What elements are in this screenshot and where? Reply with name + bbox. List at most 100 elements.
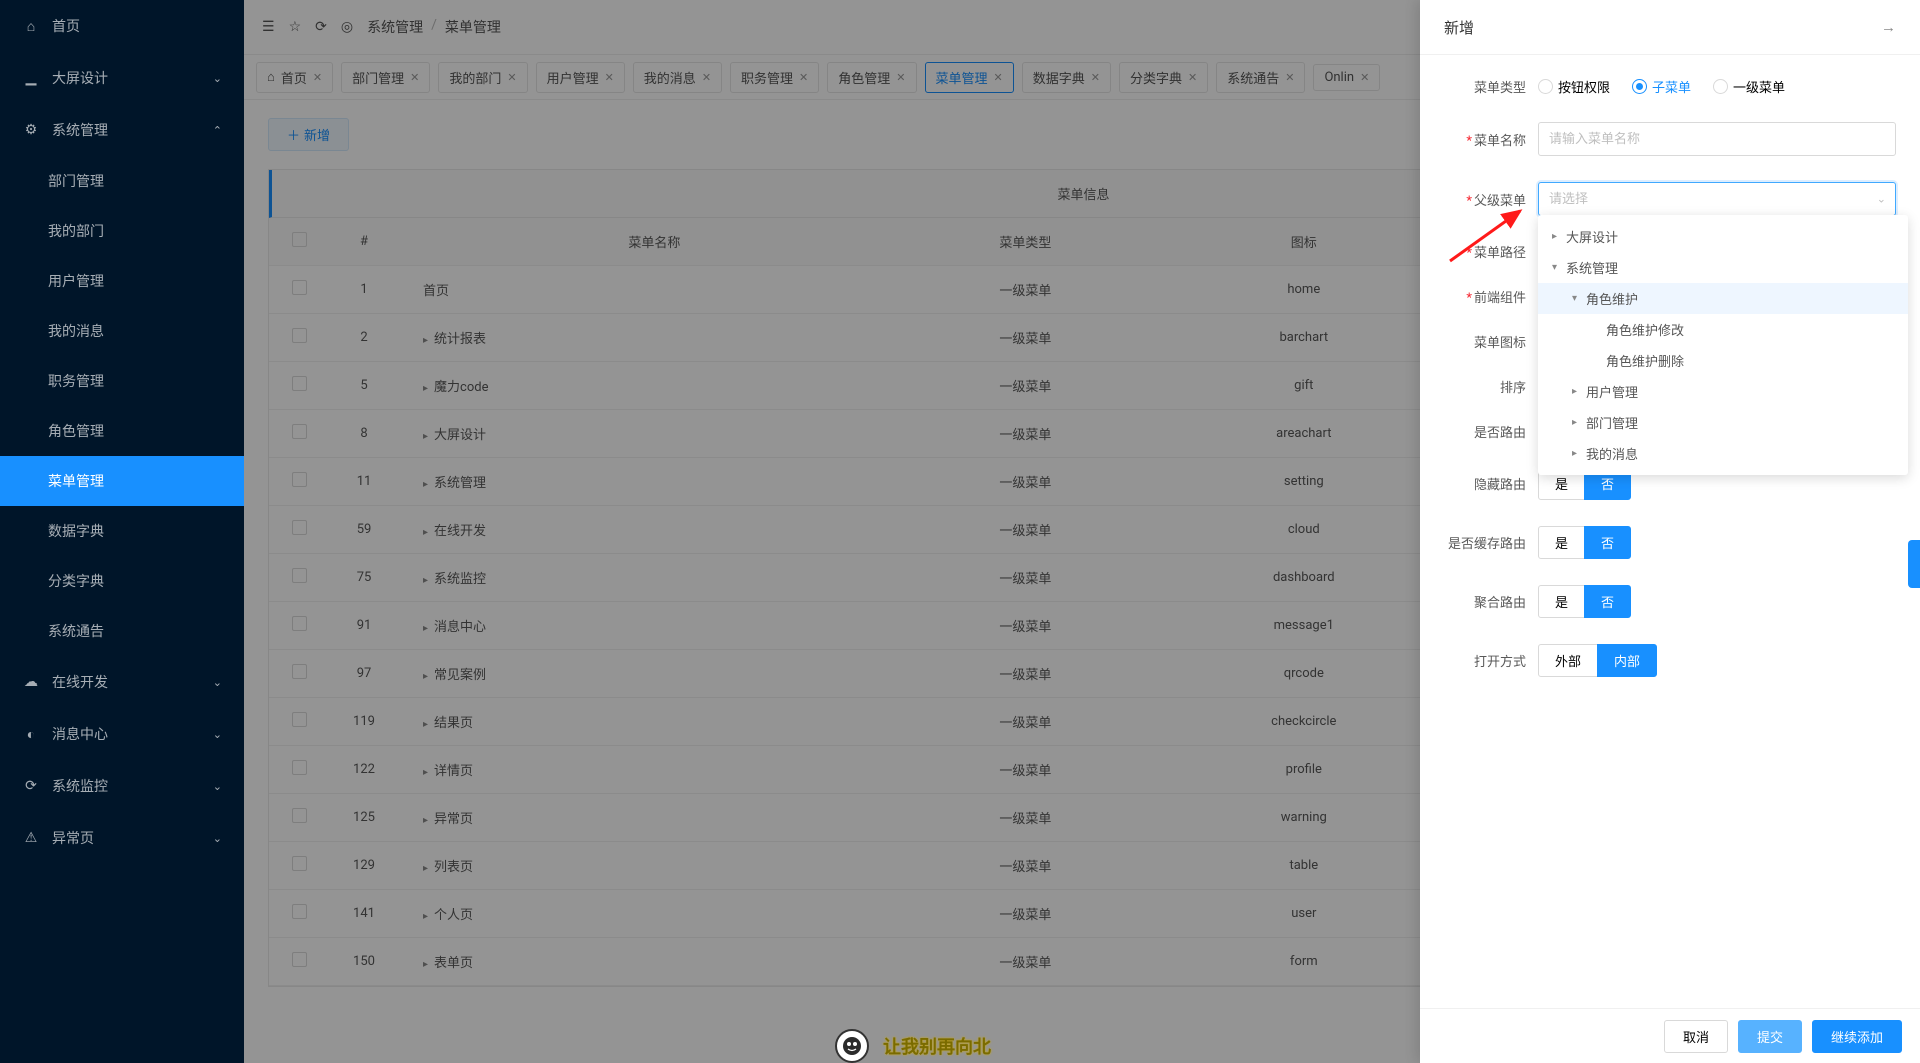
- sidebar-item-label: 系统监控: [52, 776, 213, 796]
- label-menu-path: *菜单路径: [1444, 242, 1526, 261]
- chevron-icon: ⌄: [213, 72, 222, 85]
- sidebar-item-label: 异常页: [52, 828, 213, 848]
- sidebar-item-label: 我的部门: [48, 221, 222, 241]
- menu-icon: ⚠: [22, 830, 40, 846]
- seg-no[interactable]: 否: [1584, 585, 1631, 618]
- sidebar: ⌂首页▁大屏设计⌄⚙系统管理⌃部门管理我的部门用户管理我的消息职务管理角色管理菜…: [0, 0, 244, 1063]
- label-agg-route: 聚合路由: [1444, 592, 1526, 611]
- sidebar-item-label: 首页: [52, 16, 222, 36]
- menu-icon: ☁: [22, 674, 40, 690]
- drawer-title: 新增: [1444, 17, 1474, 38]
- menu-icon: ◐: [22, 726, 40, 743]
- tree-node-label: 角色维护修改: [1606, 320, 1684, 339]
- label-parent-menu: *父级菜单: [1444, 190, 1526, 209]
- avatar-icon: [835, 1029, 869, 1063]
- menu-icon: ▁: [22, 70, 40, 86]
- sidebar-item[interactable]: ⌂ 首页: [0, 0, 244, 52]
- tree-node[interactable]: 角色维护修改: [1538, 314, 1908, 345]
- chevron-icon: ⌄: [213, 676, 222, 689]
- sidebar-item[interactable]: 数据字典: [0, 506, 244, 556]
- tree-caret-icon: ▸: [1572, 386, 1586, 397]
- sidebar-item-label: 系统通告: [48, 621, 222, 641]
- seg-yes[interactable]: 是: [1538, 526, 1585, 559]
- tree-node-label: 系统管理: [1566, 258, 1618, 277]
- tree-node-label: 角色维护删除: [1606, 351, 1684, 370]
- sidebar-item-label: 消息中心: [52, 724, 213, 744]
- tree-node[interactable]: ▸我的消息: [1538, 438, 1908, 469]
- radio-button-perm[interactable]: 按钮权限: [1538, 77, 1610, 96]
- label-menu-name: *菜单名称: [1444, 130, 1526, 149]
- parent-menu-dropdown[interactable]: ▸大屏设计▾系统管理▾角色维护角色维护修改角色维护删除▸用户管理▸部门管理▸我的…: [1538, 215, 1908, 475]
- menu-icon: ⌂: [22, 18, 40, 35]
- label-menu-icon: 菜单图标: [1444, 332, 1526, 351]
- label-hide-route: 隐藏路由: [1444, 474, 1526, 493]
- tree-caret-icon: ▸: [1572, 417, 1586, 428]
- seg-yes[interactable]: 是: [1538, 585, 1585, 618]
- sidebar-item-label: 系统管理: [52, 120, 213, 140]
- sidebar-item-label: 数据字典: [48, 521, 222, 541]
- cancel-button[interactable]: 取消: [1664, 1020, 1728, 1053]
- sidebar-item-label: 部门管理: [48, 171, 222, 191]
- tree-node-label: 角色维护: [1586, 289, 1638, 308]
- sidebar-item-label: 分类字典: [48, 571, 222, 591]
- chevron-icon: ⌄: [213, 780, 222, 793]
- sidebar-item[interactable]: 用户管理: [0, 256, 244, 306]
- tree-node[interactable]: ▾角色维护: [1538, 283, 1908, 314]
- radio-top-menu[interactable]: 一级菜单: [1713, 77, 1785, 96]
- tree-caret-icon: ▾: [1552, 262, 1566, 273]
- submit-button[interactable]: 提交: [1738, 1020, 1802, 1053]
- drawer-footer: 取消 提交 继续添加: [1420, 1008, 1920, 1063]
- drawer-body: 菜单类型 按钮权限 子菜单 一级菜单 *菜单名称 *父级菜单 ⌄ *菜单路径 *…: [1420, 55, 1920, 1008]
- sidebar-item[interactable]: 角色管理: [0, 406, 244, 456]
- tree-node[interactable]: ▾系统管理: [1538, 252, 1908, 283]
- tree-caret-icon: ▸: [1572, 448, 1586, 459]
- tree-node-label: 大屏设计: [1566, 227, 1618, 246]
- continue-add-button[interactable]: 继续添加: [1812, 1020, 1902, 1053]
- sidebar-item[interactable]: 部门管理: [0, 156, 244, 206]
- sidebar-item-label: 我的消息: [48, 321, 222, 341]
- seg-external[interactable]: 外部: [1538, 644, 1598, 677]
- sidebar-item[interactable]: 系统通告: [0, 606, 244, 656]
- tree-node-label: 用户管理: [1586, 382, 1638, 401]
- tree-node[interactable]: ▸用户管理: [1538, 376, 1908, 407]
- sidebar-item[interactable]: 我的消息: [0, 306, 244, 356]
- tree-caret-icon: ▸: [1552, 231, 1566, 242]
- seg-no[interactable]: 否: [1584, 526, 1631, 559]
- tree-node-label: 我的消息: [1586, 444, 1638, 463]
- tree-node[interactable]: ▸部门管理: [1538, 407, 1908, 438]
- label-sort: 排序: [1444, 377, 1526, 396]
- menu-icon: ⟳: [22, 778, 40, 794]
- tree-node[interactable]: 角色维护删除: [1538, 345, 1908, 376]
- drawer-close-arrow-icon[interactable]: →: [1881, 18, 1896, 36]
- chevron-icon: ⌃: [213, 124, 222, 137]
- edge-tab[interactable]: [1908, 540, 1920, 588]
- sidebar-item[interactable]: ⟳ 系统监控⌄: [0, 760, 244, 812]
- drawer-header: 新增 →: [1420, 0, 1920, 55]
- chevron-icon: ⌄: [213, 728, 222, 741]
- seg-internal[interactable]: 内部: [1597, 644, 1657, 677]
- sidebar-item-label: 用户管理: [48, 271, 222, 291]
- label-menu-type: 菜单类型: [1444, 77, 1526, 96]
- sidebar-item[interactable]: ⚠异常页⌄: [0, 812, 244, 864]
- sidebar-item-label: 在线开发: [52, 672, 213, 692]
- sidebar-item[interactable]: ◐ 消息中心⌄: [0, 708, 244, 760]
- tree-node-label: 部门管理: [1586, 413, 1638, 432]
- sidebar-item[interactable]: ☁ 在线开发⌄: [0, 656, 244, 708]
- label-front-comp: *前端组件: [1444, 287, 1526, 306]
- sidebar-item[interactable]: ▁ 大屏设计⌄: [0, 52, 244, 104]
- tree-node[interactable]: ▸大屏设计: [1538, 221, 1908, 252]
- sidebar-item-label: 职务管理: [48, 371, 222, 391]
- sidebar-item-label: 菜单管理: [48, 471, 222, 491]
- radio-sub-menu[interactable]: 子菜单: [1632, 77, 1691, 96]
- sidebar-item[interactable]: ⚙系统管理⌃: [0, 104, 244, 156]
- sidebar-item[interactable]: 分类字典: [0, 556, 244, 606]
- sidebar-item[interactable]: 职务管理: [0, 356, 244, 406]
- sidebar-item[interactable]: 我的部门: [0, 206, 244, 256]
- sidebar-item-label: 角色管理: [48, 421, 222, 441]
- input-menu-name[interactable]: [1538, 122, 1896, 156]
- select-parent-menu[interactable]: [1538, 182, 1896, 216]
- chevron-down-icon: ⌄: [1877, 193, 1886, 206]
- sidebar-item[interactable]: 菜单管理: [0, 456, 244, 506]
- watermark-text: 让我别再向北: [883, 1033, 991, 1059]
- sidebar-item-label: 大屏设计: [52, 68, 213, 88]
